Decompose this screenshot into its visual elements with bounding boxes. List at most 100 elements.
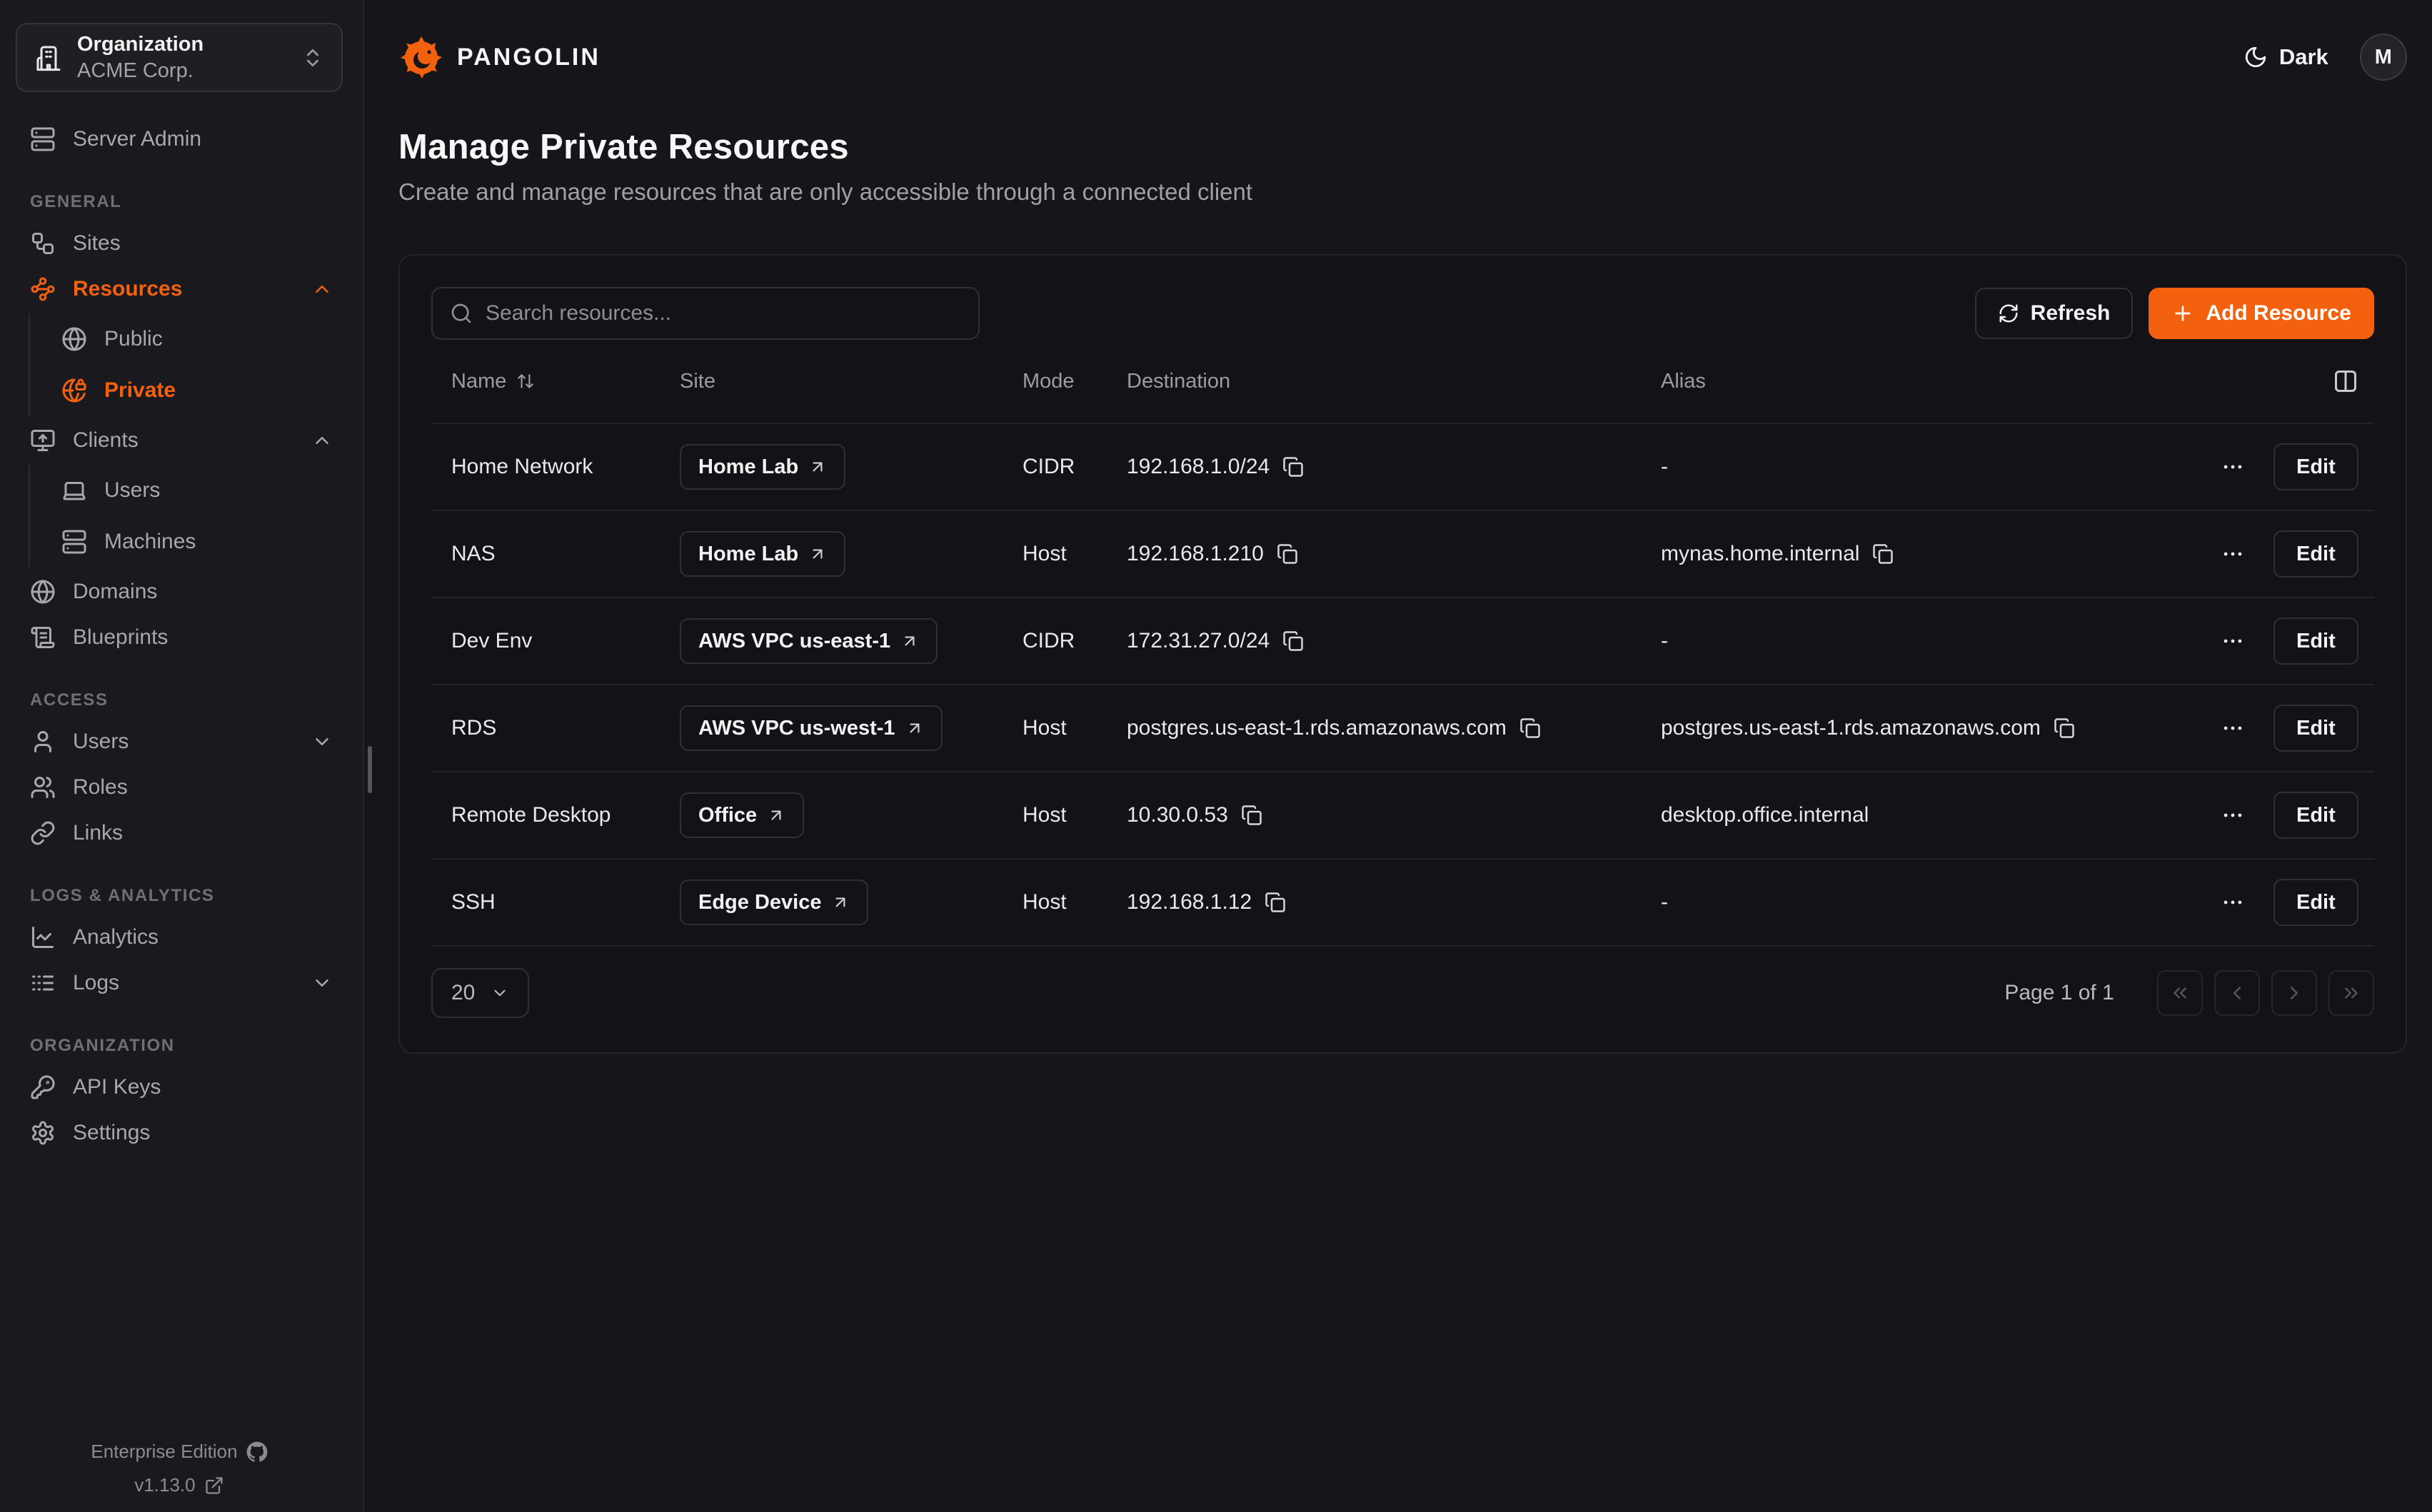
columns-icon[interactable]	[2333, 368, 2358, 394]
clients-subnav: Users Machines	[29, 465, 343, 568]
toolbar: Refresh Add Resource	[431, 287, 2374, 340]
next-page-button[interactable]	[2271, 970, 2317, 1016]
org-label: Organization	[77, 33, 287, 56]
chevrons-right-icon	[2341, 982, 2362, 1004]
cell-destination: postgres.us-east-1.rds.amazonaws.com	[1127, 716, 1507, 740]
sidebar-item-links[interactable]: Links	[16, 810, 343, 856]
copy-icon[interactable]	[1277, 543, 1298, 565]
chevrons-up-down-icon	[301, 46, 324, 69]
edit-button[interactable]: Edit	[2273, 879, 2358, 926]
edit-button[interactable]: Edit	[2273, 443, 2358, 490]
globe-icon	[61, 326, 87, 352]
sidebar-item-access-users[interactable]: Users	[16, 719, 343, 765]
site-link-button[interactable]: Edge Device	[680, 880, 868, 925]
cell-destination: 192.168.1.0/24	[1127, 455, 1270, 479]
building-icon	[34, 44, 63, 72]
row-menu-button[interactable]	[2216, 538, 2249, 570]
brand-name: PANGOLIN	[457, 44, 601, 71]
sidebar-item-settings[interactable]: Settings	[16, 1110, 343, 1156]
cell-mode: Host	[1003, 803, 1107, 827]
edit-button[interactable]: Edit	[2273, 530, 2358, 578]
table-row: RDS AWS VPC us-west-1 Host postgres.us-e…	[431, 685, 2374, 772]
edit-button[interactable]: Edit	[2273, 618, 2358, 665]
copy-icon[interactable]	[1519, 717, 1541, 739]
row-menu-button[interactable]	[2216, 886, 2249, 919]
site-link-button[interactable]: AWS VPC us-west-1	[680, 705, 943, 751]
arrow-up-right-icon	[808, 458, 827, 476]
row-menu-button[interactable]	[2216, 799, 2249, 832]
row-menu-button[interactable]	[2216, 712, 2249, 745]
chevron-down-icon	[491, 984, 509, 1002]
topbar: PANGOLIN Dark M	[398, 27, 2407, 87]
column-header-destination: Destination	[1107, 370, 1641, 393]
edit-button[interactable]: Edit	[2273, 792, 2358, 839]
sidebar-item-server-admin[interactable]: Server Admin	[16, 116, 343, 162]
brand: PANGOLIN	[398, 34, 601, 80]
cell-destination: 10.30.0.53	[1127, 803, 1228, 827]
cell-alias: mynas.home.internal	[1661, 542, 1859, 566]
column-header-mode: Mode	[1003, 370, 1107, 393]
edit-button[interactable]: Edit	[2273, 705, 2358, 752]
copy-icon[interactable]	[1282, 456, 1304, 478]
ellipsis-icon	[2221, 629, 2245, 653]
cell-destination: 172.31.27.0/24	[1127, 629, 1270, 653]
sidebar-item-analytics[interactable]: Analytics	[16, 914, 343, 960]
edition-link[interactable]: Enterprise Edition	[91, 1441, 267, 1463]
ellipsis-icon	[2221, 542, 2245, 566]
refresh-button[interactable]: Refresh	[1975, 288, 2134, 339]
site-link-button[interactable]: AWS VPC us-east-1	[680, 618, 938, 664]
chevron-down-icon	[311, 731, 333, 752]
add-resource-button[interactable]: Add Resource	[2149, 288, 2373, 339]
copy-icon[interactable]	[1241, 805, 1262, 826]
table-row: NAS Home Lab Host 192.168.1.210 mynas.ho…	[431, 511, 2374, 598]
sidebar-item-machines[interactable]: Machines	[30, 516, 343, 568]
copy-icon[interactable]	[2054, 717, 2075, 739]
sidebar-item-resources[interactable]: Resources	[16, 266, 343, 312]
row-menu-button[interactable]	[2216, 450, 2249, 483]
monitor-up-icon	[30, 428, 56, 453]
site-link-button[interactable]: Home Lab	[680, 444, 845, 490]
cell-name: Dev Env	[431, 629, 660, 653]
prev-page-button[interactable]	[2214, 970, 2260, 1016]
copy-icon[interactable]	[1872, 543, 1894, 565]
key-icon	[30, 1074, 56, 1100]
sidebar-item-client-users[interactable]: Users	[30, 465, 343, 516]
cell-alias: desktop.office.internal	[1641, 803, 2196, 827]
sidebar-item-api-keys[interactable]: API Keys	[16, 1064, 343, 1110]
cell-name: Remote Desktop	[431, 803, 660, 827]
sidebar-item-roles[interactable]: Roles	[16, 765, 343, 810]
page-info: Page 1 of 1	[2004, 981, 2114, 1005]
site-link-button[interactable]: Office	[680, 792, 804, 838]
cell-alias: postgres.us-east-1.rds.amazonaws.com	[1661, 716, 2041, 740]
site-link-button[interactable]: Home Lab	[680, 531, 845, 577]
copy-icon[interactable]	[1265, 892, 1286, 913]
cell-mode: Host	[1003, 716, 1107, 740]
sidebar-item-logs[interactable]: Logs	[16, 960, 343, 1006]
last-page-button[interactable]	[2328, 970, 2374, 1016]
user-avatar[interactable]: M	[2360, 34, 2407, 81]
sidebar-item-clients[interactable]: Clients	[16, 418, 343, 463]
first-page-button[interactable]	[2157, 970, 2203, 1016]
sidebar-item-blueprints[interactable]: Blueprints	[16, 615, 343, 660]
top-actions: Dark M	[2243, 34, 2407, 81]
ellipsis-icon	[2221, 455, 2245, 479]
search-input[interactable]	[486, 301, 961, 326]
column-header-name[interactable]: Name	[431, 370, 660, 393]
sidebar-scrollbar-thumb[interactable]	[368, 746, 372, 793]
cell-mode: CIDR	[1003, 629, 1107, 653]
theme-toggle[interactable]: Dark	[2243, 44, 2328, 70]
sidebar-item-private[interactable]: Private	[30, 365, 343, 416]
sidebar-item-public[interactable]: Public	[30, 313, 343, 365]
page-size-select[interactable]: 20	[431, 968, 529, 1018]
table-row: Home Network Home Lab CIDR 192.168.1.0/2…	[431, 424, 2374, 511]
column-header-site: Site	[660, 370, 1003, 393]
github-icon	[246, 1441, 268, 1463]
chevron-up-icon	[311, 278, 333, 300]
version-link[interactable]: v1.13.0	[134, 1474, 223, 1496]
resources-card: Refresh Add Resource Name Site Mode Dest…	[398, 254, 2407, 1054]
sidebar-item-sites[interactable]: Sites	[16, 221, 343, 266]
copy-icon[interactable]	[1282, 630, 1304, 652]
sidebar-item-domains[interactable]: Domains	[16, 569, 343, 615]
org-selector[interactable]: Organization ACME Corp.	[16, 23, 343, 92]
row-menu-button[interactable]	[2216, 625, 2249, 657]
